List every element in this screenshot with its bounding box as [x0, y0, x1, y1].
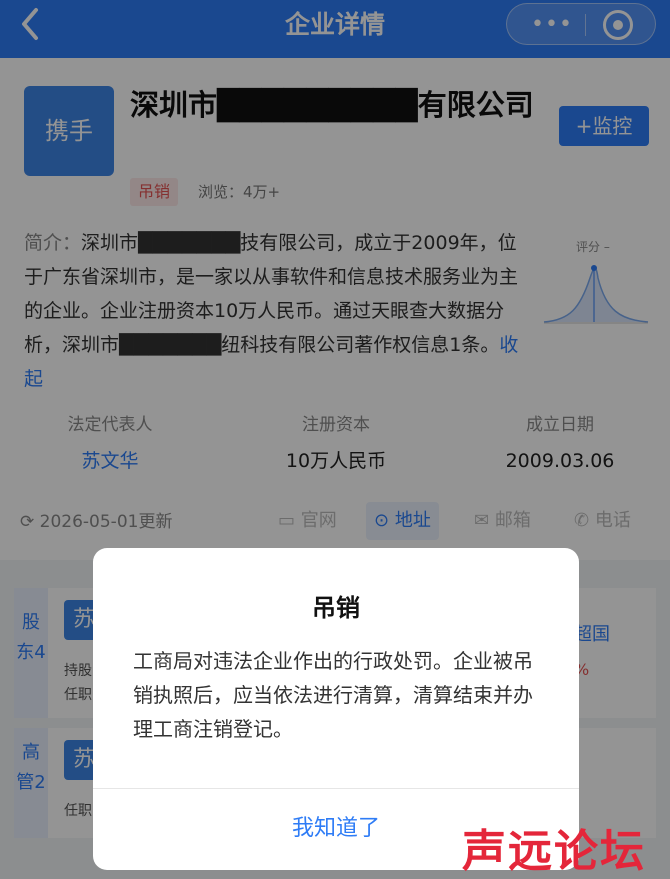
revoked-info-dialog: 吊销 工商局对违法企业作出的行政处罚。企业被吊销执照后，应当依法进行清算，清算结…: [93, 548, 579, 870]
dialog-title: 吊销: [312, 594, 360, 622]
forum-watermark: 声远论坛: [462, 826, 646, 877]
dialog-body: 工商局对违法企业作出的行政处罚。企业被吊销执照后，应当依法进行清算，清算结束并办…: [133, 649, 533, 741]
dialog-divider: [93, 788, 579, 789]
